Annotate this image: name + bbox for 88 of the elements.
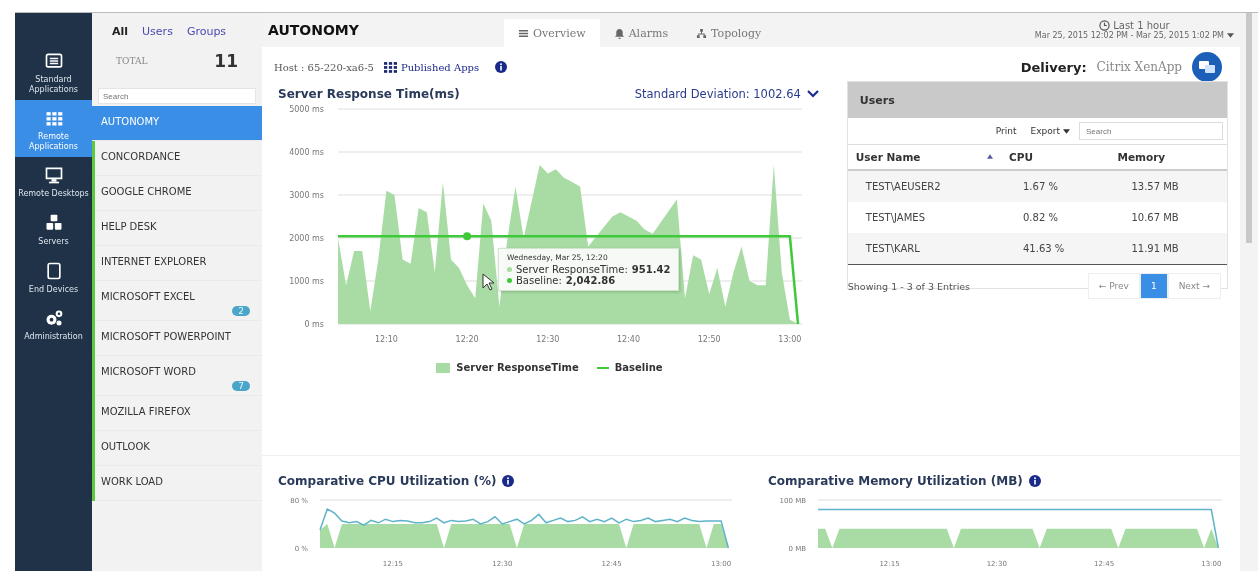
legend-swatch (596, 366, 609, 369)
screen-icon (43, 51, 64, 71)
table-cell: 1.67 % (1001, 170, 1110, 202)
windows-icon (1192, 52, 1222, 82)
cursor-icon (482, 273, 494, 291)
delivery-value: Citrix XenApp (1096, 60, 1182, 74)
page-title: AUTONOMY (268, 22, 360, 38)
legend-label: Server ResponseTime (456, 362, 579, 373)
tab[interactable]: Alarms (599, 19, 683, 47)
nav-item[interactable]: Standard Applications (15, 43, 92, 101)
count-badge: 7 (232, 381, 250, 391)
panel-title: Users (859, 93, 895, 107)
legend-label: Baseline (614, 362, 663, 373)
tab[interactable]: Topology (682, 19, 776, 47)
search-field[interactable]: Search (98, 88, 256, 104)
axis-label: 12:50 (697, 335, 721, 344)
total-count: 11 (214, 51, 238, 71)
chart-title: Server Response Time(ms) (278, 87, 460, 101)
chevron-down-icon (806, 90, 819, 98)
list-icon (518, 27, 529, 39)
deviation-dropdown[interactable]: Standard Deviation: 1002.64 (634, 87, 819, 101)
caret-icon (1227, 33, 1234, 38)
axis-label: 2000 ms (289, 234, 324, 243)
prev-button[interactable]: ← Prev (1087, 273, 1140, 299)
total-label: TOTAL (116, 56, 148, 66)
filter-tab[interactable]: Groups (186, 25, 227, 38)
search-field[interactable]: Search (1079, 122, 1223, 140)
app-item[interactable]: HELP DESK (95, 211, 262, 246)
axis-label: 4000 ms (289, 148, 324, 157)
axis-label: 12:40 (616, 335, 641, 344)
nav-item[interactable]: Administration (15, 300, 92, 348)
chart-title: Comparative Memory Utilization (MB) (768, 474, 1023, 488)
app-item[interactable]: CONCORDANCE (95, 141, 262, 176)
data-point (463, 232, 472, 241)
app-item[interactable]: GOOGLE CHROME (95, 176, 262, 211)
tooltip-label: Baseline: (516, 275, 562, 286)
table-cell: 13.57 MB (1109, 170, 1227, 202)
info-icon[interactable] (1028, 475, 1041, 487)
app-item[interactable]: MICROSOFT WORD 7 (95, 356, 262, 396)
axis-label: 13:00 (778, 335, 802, 344)
table-cell: 11.91 MB (1109, 233, 1227, 265)
table-cell: TEST\JAMES (847, 202, 1001, 233)
hierarchy-icon (696, 27, 708, 39)
axis-label: 5000 ms (289, 105, 324, 114)
tooltip-value: 2,042.86 (565, 275, 616, 286)
nav-item[interactable]: End Devices (15, 252, 92, 301)
filter-tab[interactable]: Users (142, 25, 173, 38)
time-range-dropdown[interactable]: Mar 25, 2015 12:02 PM - Mar 25, 2015 1:02 PM (1034, 31, 1234, 40)
tooltip-label: Server ResponseTime: (516, 264, 628, 275)
entries-summary: Showing 1 - 3 of 3 Entries (847, 280, 971, 292)
table-cell: 10.67 MB (1109, 202, 1227, 233)
axis-label: 12:30 (536, 335, 560, 344)
table-cell: TEST\KARL (847, 233, 1001, 265)
bell-icon (613, 27, 625, 39)
app-item[interactable]: OUTLOOK (95, 431, 262, 466)
app-item[interactable]: INTERNET EXPLORER (95, 246, 262, 281)
info-icon[interactable] (495, 61, 508, 73)
clock-icon (1099, 20, 1111, 31)
nav-item[interactable]: Remote Desktops (15, 157, 92, 205)
app-item[interactable]: WORK LOAD (95, 466, 262, 501)
nav-item[interactable]: Servers (15, 204, 92, 253)
axis-label: 12:10 (374, 335, 398, 344)
table-cell: TEST\AEUSER2 (847, 170, 1001, 202)
published-apps-link[interactable]: Published Apps (383, 61, 480, 73)
axis-label: 0 ms (304, 320, 324, 329)
axis-label: 12:20 (455, 335, 479, 344)
tab[interactable]: Overview (504, 19, 600, 47)
count-badge: 2 (232, 306, 250, 316)
delivery-label: Delivery: (1020, 59, 1087, 75)
table-cell: 0.82 % (1001, 202, 1110, 233)
host-label: Host : 65-220-xa6-5 (274, 61, 374, 73)
axis-label: 1000 ms (289, 277, 324, 286)
chart-title: Comparative CPU Utilization (%) (278, 474, 497, 488)
monitor-icon (43, 165, 64, 186)
app-item[interactable]: MICROSOFT POWERPOINT (95, 321, 262, 356)
app-item[interactable]: MICROSOFT EXCEL 2 (95, 281, 262, 321)
axis-label: 3000 ms (289, 191, 324, 200)
next-button[interactable]: Next → (1167, 273, 1221, 299)
grid-icon (383, 61, 397, 73)
legend-swatch (436, 362, 451, 373)
app-item[interactable]: MOZILLA FIREFOX (95, 396, 262, 431)
tooltip-value: 951.42 (631, 264, 671, 275)
table-cell: 41.63 % (1001, 233, 1110, 265)
filter-tab[interactable]: All (112, 25, 129, 38)
info-icon[interactable] (502, 475, 515, 487)
scrollbar-thumb[interactable] (1246, 13, 1252, 243)
time-range-label[interactable]: Last 1 hour (1099, 20, 1170, 31)
caret-icon (1063, 128, 1070, 134)
